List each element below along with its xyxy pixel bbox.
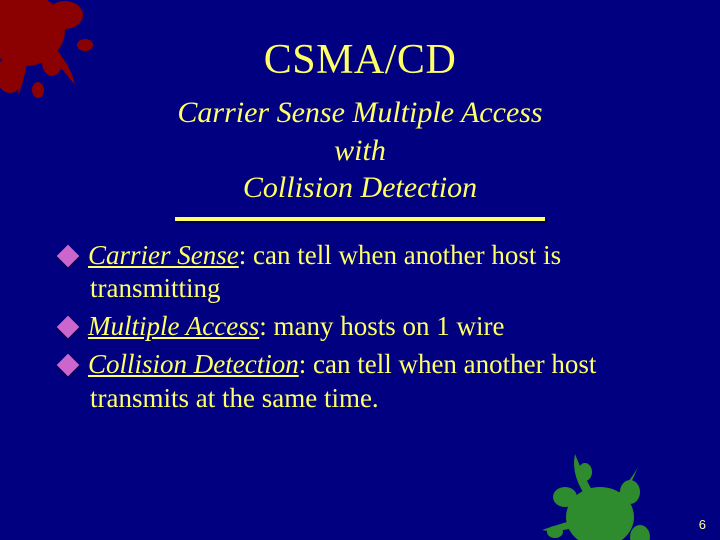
bullet-item: Carrier Sense: can tell when another hos… — [56, 239, 664, 307]
bullet-term: Carrier Sense — [88, 240, 239, 270]
slide-title: CSMA/CD — [50, 36, 670, 84]
bullet-item: Collision Detection: can tell when anoth… — [56, 348, 664, 416]
bullet-icon — [57, 244, 80, 267]
slide-subtitle: Carrier Sense Multiple Access with Colli… — [50, 94, 670, 207]
bullet-icon — [57, 316, 80, 339]
slide: CSMA/CD Carrier Sense Multiple Access wi… — [0, 0, 720, 540]
bullet-term: Collision Detection — [88, 349, 299, 379]
bullet-icon — [57, 353, 80, 376]
subtitle-line3: Collision Detection — [243, 171, 477, 204]
page-number: 6 — [699, 517, 706, 532]
subtitle-line2: with — [334, 134, 386, 167]
subtitle-line1: Carrier Sense Multiple Access — [177, 96, 542, 129]
splat-bottom-right — [530, 442, 650, 540]
bullet-term: Multiple Access — [88, 311, 259, 341]
title-underline-wrap — [50, 217, 670, 221]
title-underline — [175, 217, 545, 221]
bullet-item: Multiple Access: many hosts on 1 wire — [56, 310, 664, 344]
bullet-rest: : many hosts on 1 wire — [259, 311, 504, 341]
slide-body: Carrier Sense: can tell when another hos… — [50, 239, 670, 416]
